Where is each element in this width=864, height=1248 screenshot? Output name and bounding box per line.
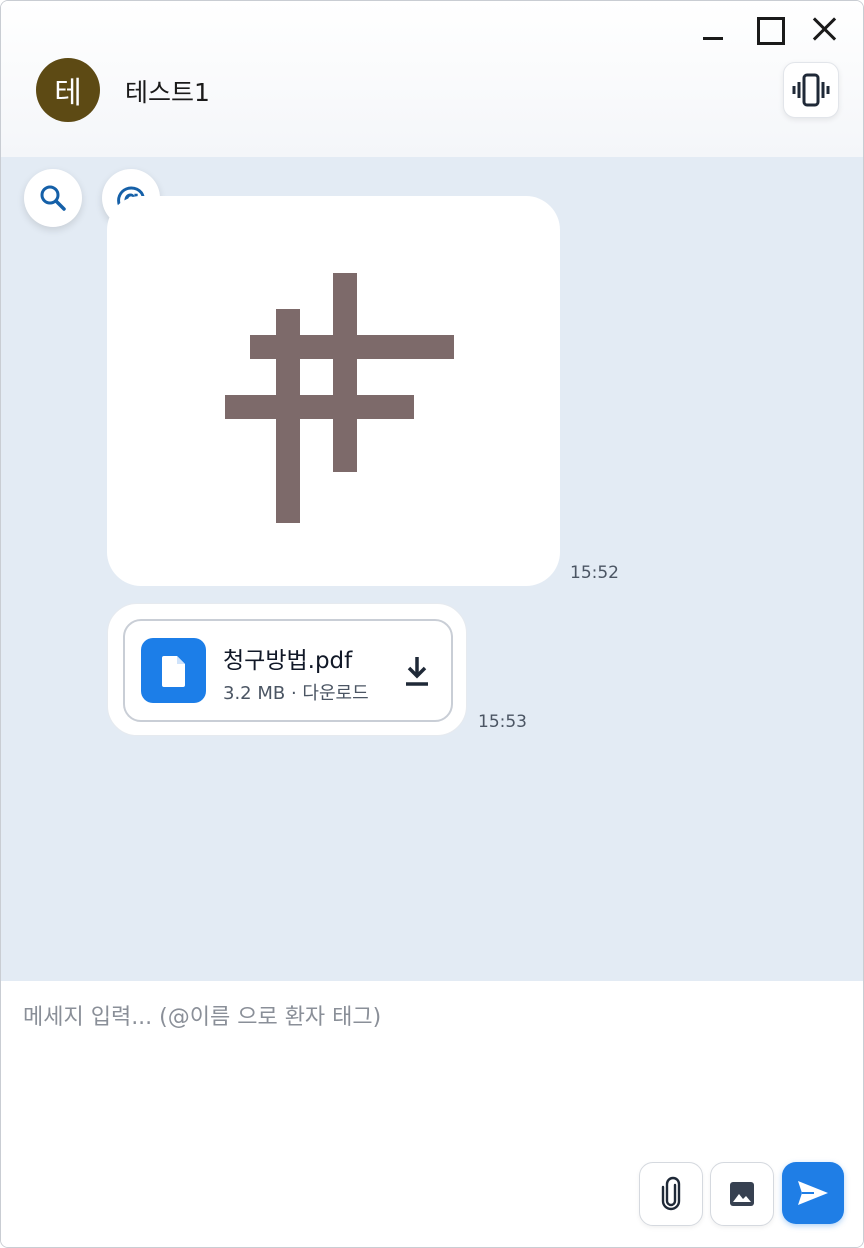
minimize-icon[interactable]: [699, 15, 727, 43]
vibrate-button[interactable]: [783, 62, 839, 118]
close-icon[interactable]: [811, 15, 839, 43]
message-list[interactable]: @ 15:52 청구방법.pdf: [1, 157, 863, 981]
avatar-initial: 테: [54, 76, 82, 111]
chat-header: 테 테스트1: [1, 1, 863, 157]
attach-button[interactable]: [639, 1162, 703, 1226]
file-name: 청구방법.pdf: [223, 648, 353, 674]
maximize-icon[interactable]: [755, 15, 785, 45]
download-icon: [406, 657, 428, 686]
vibrate-icon: [792, 73, 830, 107]
file-message: 청구방법.pdf 3.2 MB · 다운로드: [107, 603, 467, 736]
message-input[interactable]: [23, 999, 843, 1149]
hash-sign-image: [225, 273, 454, 523]
search-icon: [40, 185, 66, 211]
document-icon: [141, 638, 206, 703]
file-attachment[interactable]: 청구방법.pdf 3.2 MB · 다운로드: [123, 619, 453, 722]
file-meta: 3.2 MB · 다운로드: [223, 683, 369, 704]
send-button[interactable]: [782, 1162, 844, 1224]
image-message[interactable]: [107, 196, 560, 586]
chat-title: 테스트1: [125, 78, 210, 107]
send-icon: [798, 1181, 828, 1205]
avatar[interactable]: 테: [36, 58, 100, 122]
message-time: 15:53: [478, 712, 527, 732]
search-button[interactable]: [24, 169, 82, 227]
image-icon: [730, 1182, 754, 1206]
image-button[interactable]: [710, 1162, 774, 1226]
message-time: 15:52: [570, 563, 619, 583]
composer: [1, 981, 863, 1247]
chat-window: 테 테스트1 @: [0, 0, 864, 1248]
window-controls: [699, 15, 839, 45]
download-button[interactable]: [401, 654, 433, 688]
paperclip-icon: [661, 1176, 681, 1211]
